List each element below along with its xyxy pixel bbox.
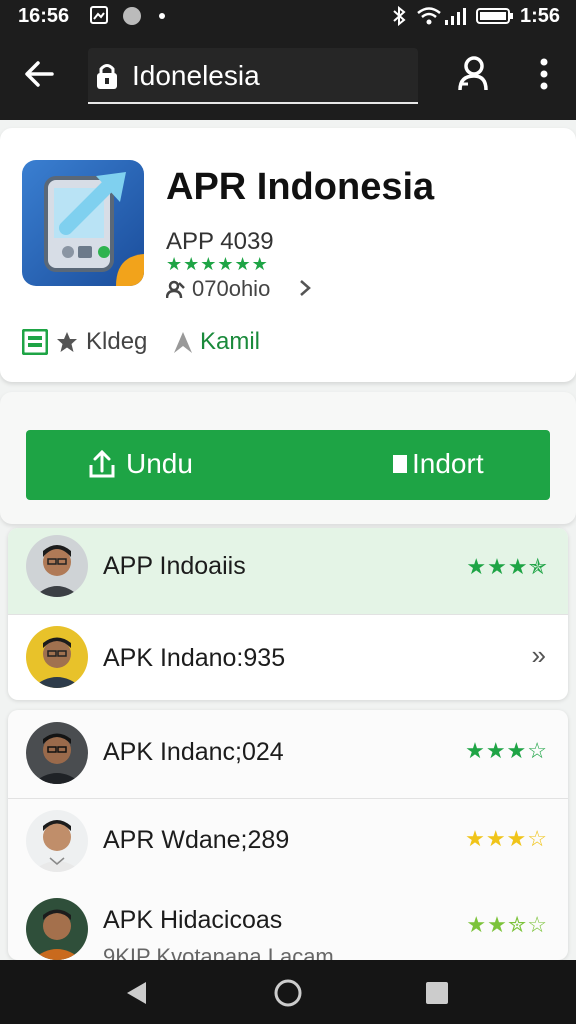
signal-icon: [445, 8, 466, 25]
list-item[interactable]: APK Indano:935 »: [8, 614, 568, 700]
home-circle-icon[interactable]: [273, 978, 303, 1008]
star-icon: [57, 332, 77, 352]
tag-kldeg[interactable]: Kldeg: [22, 328, 147, 356]
download-action[interactable]: Undu: [88, 448, 193, 480]
list-item-name: APK Hidacicoas: [103, 906, 283, 934]
app-list-top: APP Indoaiis ★★★✯ APK Indano:935 »: [8, 528, 568, 700]
install-action[interactable]: Indort: [392, 448, 484, 480]
app-title: APR Indonesia: [166, 166, 435, 208]
people-icon: [166, 280, 185, 299]
list-item-name: APR Wdane;289: [103, 826, 290, 854]
app-icon: [22, 160, 144, 286]
double-chevron-icon[interactable]: »: [532, 640, 546, 671]
list-item[interactable]: APR Wdane;289 ★★★☆: [8, 800, 568, 886]
bluetooth-icon: [393, 6, 406, 26]
list-item-rating: ★★★☆: [465, 826, 548, 851]
divider: [8, 798, 568, 799]
download-count-text: 070ohio: [192, 276, 271, 301]
avatar: [26, 810, 88, 872]
download-label: Undu: [126, 448, 193, 479]
address-text: Idonelesia: [132, 60, 260, 91]
action-panel: Undu Indort: [0, 392, 576, 524]
tag-kamil[interactable]: Kamil: [172, 328, 260, 356]
lock-icon: [97, 64, 117, 89]
arrow-icon: [174, 332, 192, 353]
list-item-subtitle: 9KIP Kvotanana Lacam: [103, 944, 334, 960]
list-item-name: APK Indano:935: [103, 644, 286, 672]
avatar: [26, 626, 88, 688]
status-time: 16:56: [18, 5, 70, 27]
status-bar: 16:56 1:56: [0, 0, 576, 34]
app-rating-stars: ★★★★★★: [166, 254, 269, 274]
tag-kldeg-label: Kldeg: [86, 328, 148, 355]
image-icon: [90, 6, 108, 24]
app-version: APP 4039: [166, 228, 274, 255]
list-item-rating: ★★★✯: [466, 554, 548, 579]
tag-kamil-label: Kamil: [200, 328, 261, 355]
battery-icon: [476, 8, 513, 24]
chevron-right-icon[interactable]: [298, 278, 312, 298]
app-info-card: APR Indonesia APP 4039 ★★★★★★ 070ohio Kl…: [0, 128, 576, 382]
download-count[interactable]: 070ohio: [166, 276, 270, 302]
list-item[interactable]: APK Hidacicoas 9KIP Kvotanana Lacam ★★✮☆: [8, 890, 568, 960]
back-triangle-icon[interactable]: [122, 978, 152, 1008]
install-label: Indort: [412, 448, 484, 479]
badge-icon: [22, 329, 48, 355]
avatar: [26, 722, 88, 784]
list-item-rating: ★★✮☆: [466, 912, 548, 937]
list-item-name: APK Indanc;024: [103, 738, 284, 766]
app-list-bottom: APK Indanc;024 ★★★☆ APR Wdane;289 ★★★☆ A…: [8, 710, 568, 960]
wifi-icon: [417, 7, 441, 25]
dot-icon: [159, 13, 165, 19]
avatar: [26, 898, 88, 960]
more-vert-icon[interactable]: [532, 56, 556, 92]
avatar: [26, 535, 88, 597]
record-icon: [123, 7, 141, 25]
list-item-rating: ★★★☆: [465, 738, 548, 763]
system-nav-bar: [0, 960, 576, 1024]
square-icon: [393, 455, 407, 473]
list-item[interactable]: APP Indoaiis ★★★✯: [8, 528, 568, 614]
recents-square-icon[interactable]: [422, 978, 452, 1008]
back-arrow-icon[interactable]: [22, 56, 58, 92]
address-bar[interactable]: Idonelesia: [88, 48, 418, 104]
upload-icon: [89, 449, 115, 478]
list-item[interactable]: APK Indanc;024 ★★★☆: [8, 710, 568, 796]
browser-toolbar: Idonelesia: [0, 34, 576, 120]
account-icon[interactable]: [452, 54, 492, 94]
status-time-right: 1:56: [519, 5, 560, 27]
download-button[interactable]: Undu Indort: [26, 430, 550, 500]
list-item-name: APP Indoaiis: [103, 552, 246, 580]
